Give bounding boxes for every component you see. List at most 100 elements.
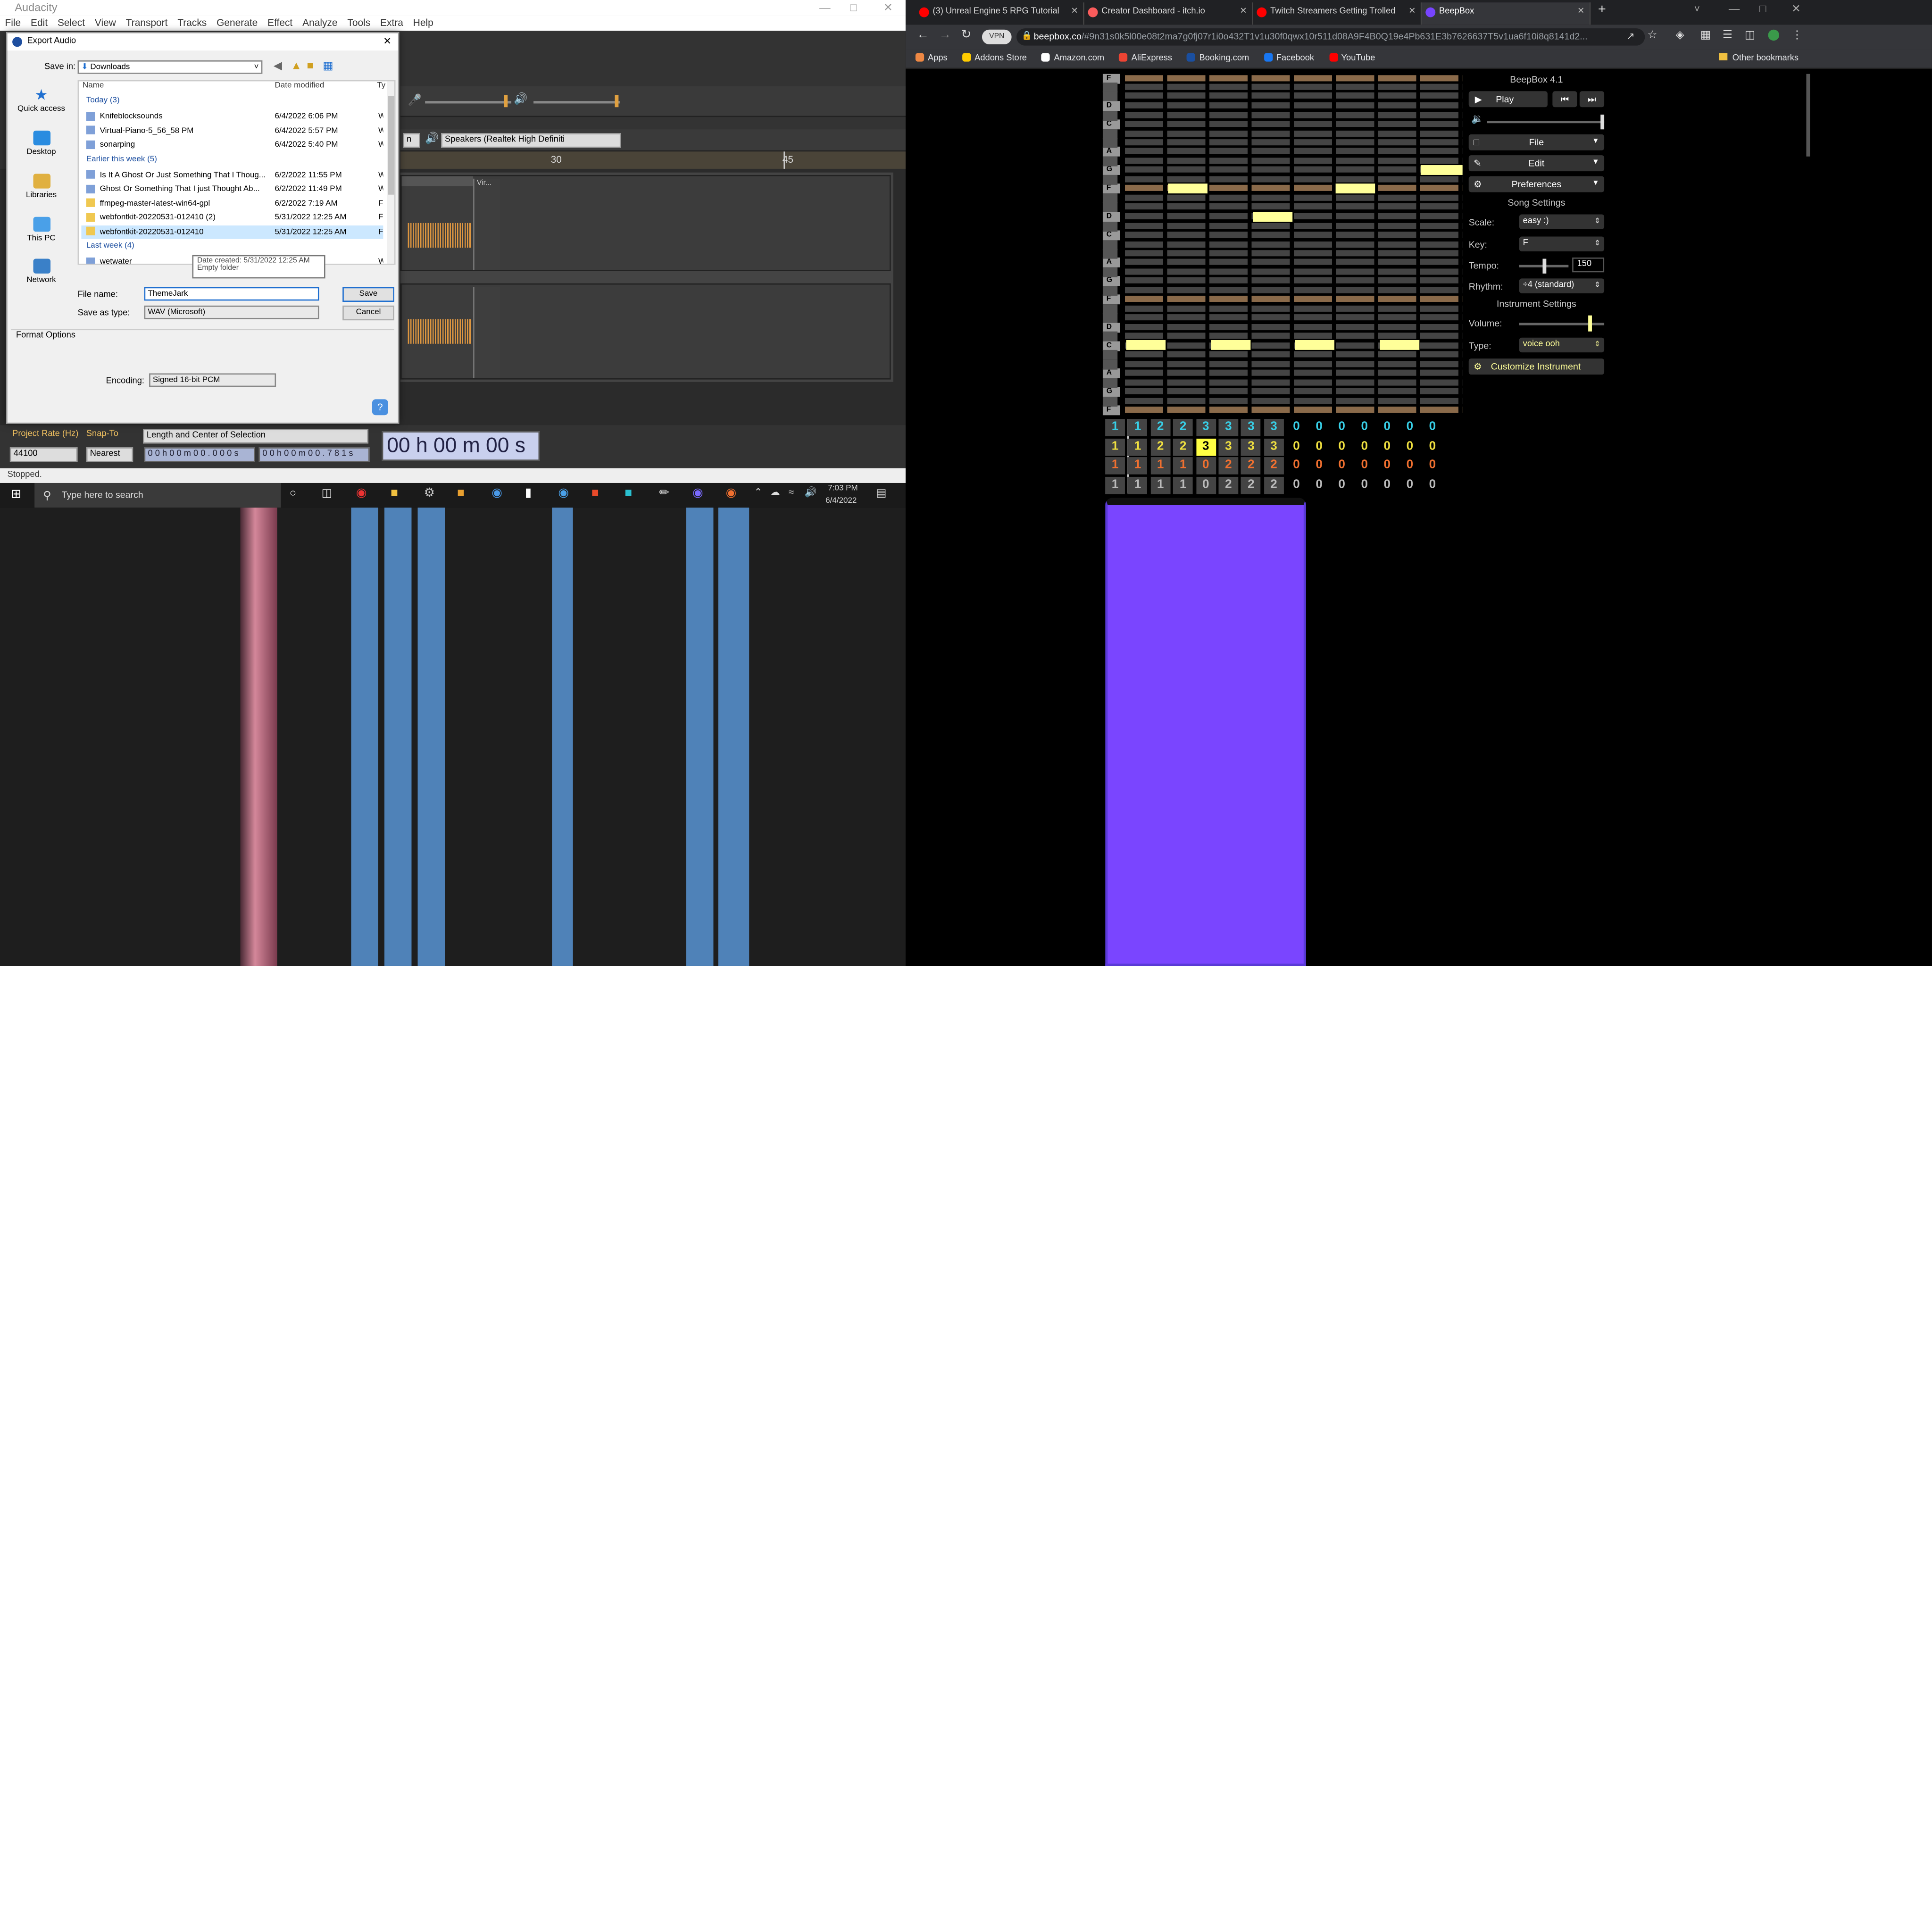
- play-button[interactable]: ▶ Play: [1468, 91, 1548, 108]
- note-lane[interactable]: [1124, 166, 1463, 173]
- playhead[interactable]: [783, 151, 785, 169]
- pattern-cell[interactable]: 3: [1264, 419, 1284, 436]
- note-lane[interactable]: [1124, 232, 1463, 238]
- note[interactable]: [1211, 340, 1251, 350]
- pattern-cell[interactable]: 2: [1241, 457, 1261, 475]
- pattern-cell[interactable]: 2: [1150, 438, 1171, 456]
- pattern-cell[interactable]: 0: [1355, 476, 1374, 494]
- piano-key-black[interactable]: [1102, 175, 1118, 185]
- instrument-volume-thumb[interactable]: [1588, 315, 1592, 332]
- chrome-icon[interactable]: ◉: [558, 487, 569, 500]
- minimize-icon[interactable]: —: [819, 0, 831, 16]
- tempo-input[interactable]: 150: [1572, 257, 1605, 273]
- office-icon[interactable]: ■: [591, 487, 599, 500]
- browser-tab[interactable]: (3) Unreal Engine 5 RPG Tutorial ✕: [916, 2, 1084, 25]
- note-lane[interactable]: [1124, 158, 1463, 164]
- record-volume-slider[interactable]: [425, 101, 512, 104]
- chrome-maximize-icon[interactable]: □: [1759, 2, 1766, 15]
- profile-avatar[interactable]: [1768, 29, 1780, 41]
- menu-item[interactable]: Transport: [126, 16, 168, 31]
- note-lane[interactable]: [1124, 83, 1463, 90]
- pattern-cell[interactable]: 3: [1241, 419, 1261, 436]
- menu-item[interactable]: View: [95, 16, 116, 31]
- column-date[interactable]: Date modified: [275, 81, 325, 93]
- file-row[interactable]: Is It A Ghost Or Just Something That I T…: [81, 168, 383, 182]
- piano-key-black[interactable]: [1102, 267, 1118, 277]
- pattern-cell[interactable]: 0: [1400, 457, 1420, 475]
- pattern-cell[interactable]: 3: [1196, 419, 1216, 436]
- note-lane[interactable]: [1124, 241, 1463, 248]
- cortana-icon[interactable]: ○: [290, 487, 296, 499]
- bookmark-item[interactable]: Facebook: [1264, 49, 1314, 67]
- key-select[interactable]: F ⇕: [1519, 236, 1605, 251]
- pattern-cell[interactable]: 2: [1173, 419, 1193, 436]
- note-lane[interactable]: [1124, 388, 1463, 394]
- note-lane[interactable]: [1124, 120, 1463, 127]
- note-lane[interactable]: [1124, 194, 1463, 201]
- menu-item[interactable]: Help: [413, 16, 433, 31]
- file-menu-button[interactable]: □ File ▼: [1468, 134, 1605, 150]
- note-lane[interactable]: [1124, 250, 1463, 257]
- piano-key-black[interactable]: [1102, 222, 1118, 232]
- piano-key-black[interactable]: [1102, 156, 1118, 167]
- piano-key[interactable]: A: [1102, 257, 1120, 267]
- pattern-cell[interactable]: 1: [1105, 476, 1125, 494]
- note[interactable]: [1420, 165, 1463, 175]
- close-icon[interactable]: ✕: [883, 0, 893, 16]
- piano-key-black[interactable]: [1102, 286, 1118, 296]
- save-button[interactable]: Save: [342, 287, 394, 302]
- note[interactable]: [1168, 183, 1208, 194]
- timeline-ruler[interactable]: 30 45: [400, 151, 906, 169]
- note-lane[interactable]: [1124, 324, 1463, 331]
- menu-item[interactable]: Effect: [267, 16, 292, 31]
- place-quick-access[interactable]: ★ Quick access: [8, 87, 75, 113]
- note-lane[interactable]: [1124, 398, 1463, 404]
- output-device-select[interactable]: Speakers (Realtek High Definiti: [441, 133, 621, 148]
- back-icon[interactable]: ◀: [274, 59, 282, 73]
- project-rate-select[interactable]: 44100: [9, 447, 78, 462]
- onedrive-icon[interactable]: ☁: [770, 487, 780, 498]
- file-row[interactable]: Ghost Or Something That I just Thought A…: [81, 183, 383, 196]
- browser-tab[interactable]: Creator Dashboard - itch.io ✕: [1084, 2, 1253, 25]
- encoding-select[interactable]: Signed 16-bit PCM: [149, 373, 276, 387]
- tempo-thumb[interactable]: [1542, 258, 1546, 274]
- beepbox-track-patterns[interactable]: 1122333300000001122333300000001111022200…: [1103, 419, 1473, 495]
- piano-key-black[interactable]: [1102, 350, 1118, 360]
- note-lane[interactable]: [1124, 333, 1463, 339]
- steam-icon[interactable]: ◉: [491, 487, 502, 500]
- notepad-icon[interactable]: ▮: [525, 487, 532, 500]
- file-list[interactable]: Name Date modified Ty Today (3) Knifebloc…: [77, 80, 396, 265]
- piano-key[interactable]: F: [1102, 183, 1120, 194]
- opera-icon[interactable]: ◉: [356, 487, 367, 500]
- extensions-puzzle-icon[interactable]: ▦: [1700, 28, 1711, 42]
- pattern-cell[interactable]: 2: [1264, 457, 1284, 475]
- audacity-taskbar-icon[interactable]: ◉: [726, 487, 737, 500]
- pattern-cell[interactable]: 1: [1128, 438, 1148, 456]
- pattern-cell[interactable]: 2: [1241, 476, 1261, 494]
- menu-item[interactable]: Extra: [380, 16, 403, 31]
- up-folder-icon[interactable]: ▲: [291, 59, 301, 71]
- pattern-cell[interactable]: 3: [1264, 438, 1284, 456]
- pattern-cell[interactable]: 3: [1241, 438, 1261, 456]
- other-bookmarks[interactable]: Other bookmarks: [1719, 49, 1799, 69]
- note-lane[interactable]: [1124, 92, 1463, 99]
- note-lane[interactable]: [1124, 369, 1463, 376]
- note[interactable]: [1380, 340, 1420, 350]
- selection-start-time[interactable]: 0 0 h 0 0 m 0 0 . 0 0 0 s: [144, 447, 255, 462]
- menu-item[interactable]: Select: [58, 16, 85, 31]
- preferences-menu-button[interactable]: ⚙ Preferences ▼: [1468, 176, 1605, 192]
- selection-length-time[interactable]: 0 0 h 0 0 m 0 0 . 7 8 1 s: [258, 447, 370, 462]
- note-lane[interactable]: [1124, 287, 1463, 293]
- pattern-cell[interactable]: 2: [1218, 476, 1239, 494]
- piano-key[interactable]: C: [1102, 230, 1120, 241]
- extension-shield-icon[interactable]: ◈: [1676, 28, 1684, 42]
- pattern-cell[interactable]: 2: [1150, 419, 1171, 436]
- piano-key-black[interactable]: [1102, 202, 1118, 212]
- menu-item[interactable]: Tools: [347, 16, 370, 31]
- media-icon[interactable]: ☰: [1723, 28, 1732, 42]
- dialog-close-icon[interactable]: ✕: [383, 33, 391, 51]
- pattern-cell[interactable]: 0: [1423, 476, 1442, 494]
- instrument-type-select[interactable]: voice ooh ⇕: [1519, 337, 1605, 353]
- note-lane[interactable]: [1124, 314, 1463, 321]
- track-area[interactable]: Vir...: [400, 172, 893, 382]
